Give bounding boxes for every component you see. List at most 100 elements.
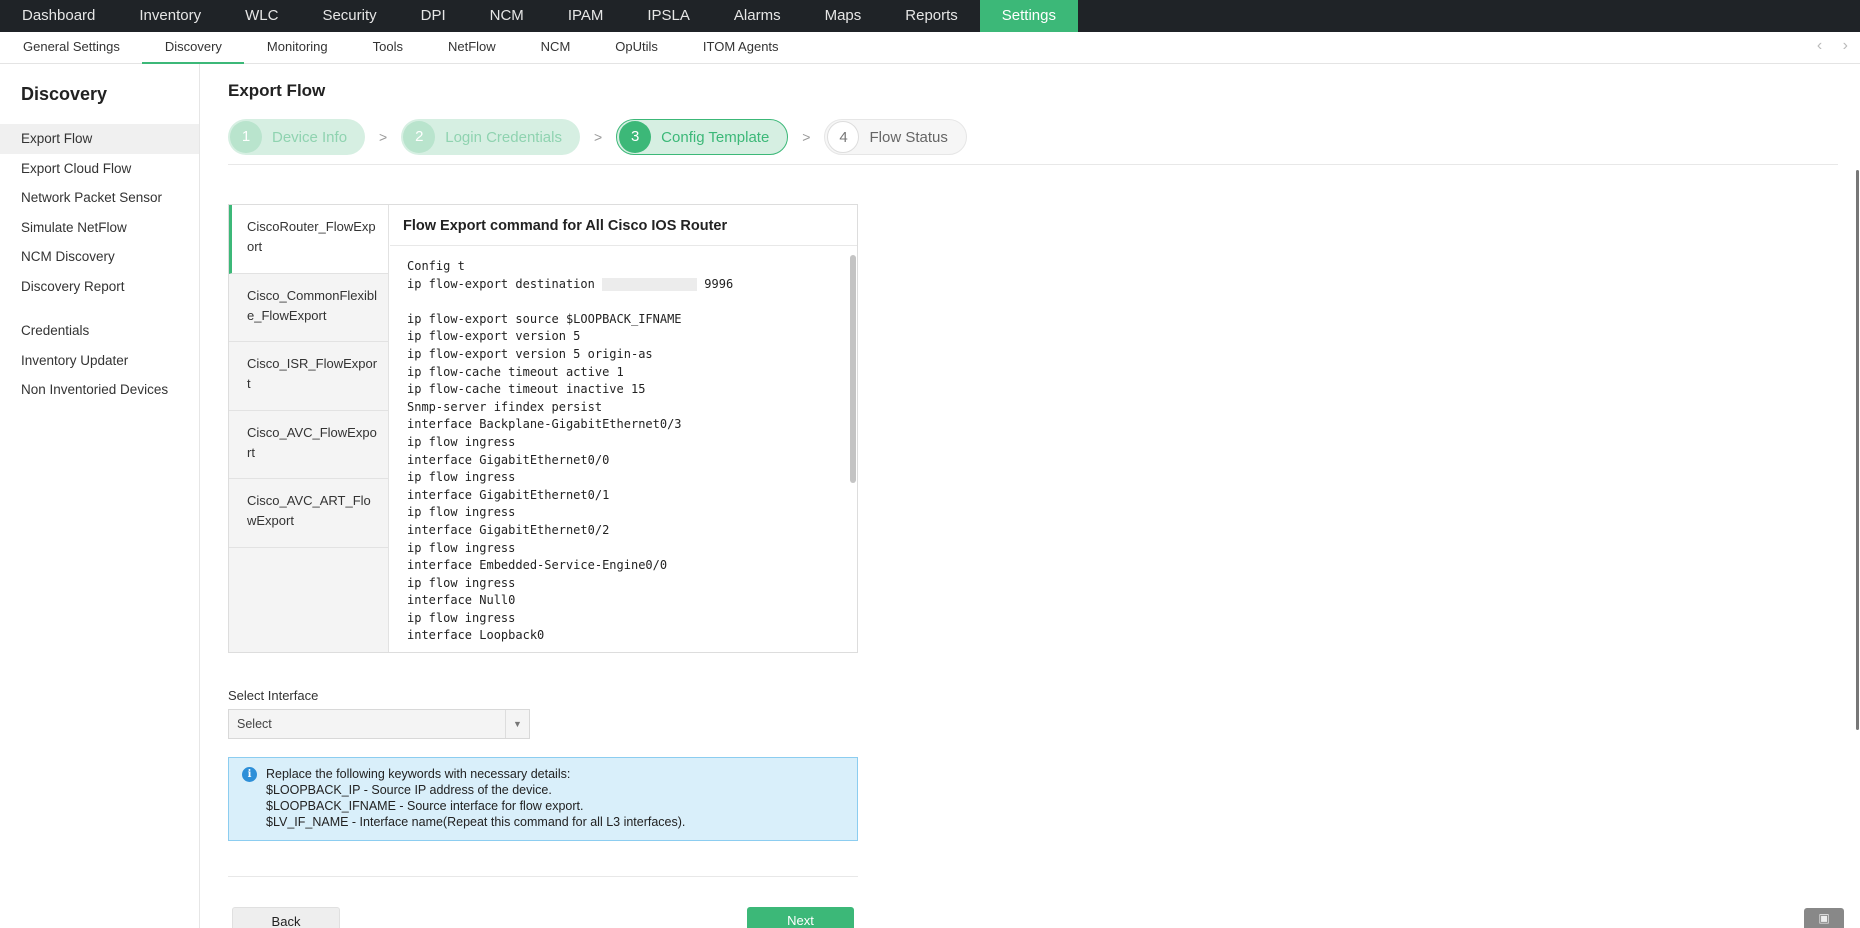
info-line: $LOOPBACK_IFNAME - Source interface for … bbox=[266, 799, 584, 813]
sidebar-item-ncm-discovery[interactable]: NCM Discovery bbox=[0, 242, 199, 272]
topnav-wlc[interactable]: WLC bbox=[223, 0, 300, 32]
top-nav: Dashboard Inventory WLC Security DPI NCM… bbox=[0, 0, 1860, 32]
sidebar-item-non-inventoried-devices[interactable]: Non Inventoried Devices bbox=[0, 375, 199, 405]
code-line: interface GigabitEthernet0/1 bbox=[407, 487, 610, 502]
step-login-credentials[interactable]: 2 Login Credentials bbox=[401, 119, 580, 155]
sidebar-item-credentials[interactable]: Credentials bbox=[0, 316, 199, 346]
template-list: CiscoRouter_FlowExport Cisco_CommonFlexi… bbox=[229, 205, 389, 652]
code-line: interface GigabitEthernet0/0 bbox=[407, 452, 610, 467]
template-content-title: Flow Export command for All Cisco IOS Ro… bbox=[390, 205, 857, 246]
topnav-security[interactable]: Security bbox=[300, 0, 398, 32]
step-number: 3 bbox=[619, 121, 652, 153]
code-line-destination: ip flow-export destination 9996 bbox=[407, 276, 857, 294]
code-line: Snmp-server ifindex persist bbox=[407, 399, 603, 414]
page-scrollbar[interactable] bbox=[1856, 170, 1859, 730]
sidebar-item-network-packet-sensor[interactable]: Network Packet Sensor bbox=[0, 183, 199, 213]
config-code-block[interactable]: Config t ip flow-export destination 9996… bbox=[390, 246, 857, 652]
subnav-monitoring[interactable]: Monitoring bbox=[244, 32, 350, 64]
step-label: Login Credentials bbox=[445, 128, 562, 146]
sub-nav: General Settings Discovery Monitoring To… bbox=[0, 32, 1860, 64]
topnav-reports[interactable]: Reports bbox=[883, 0, 980, 32]
subnav-ncm[interactable]: NCM bbox=[518, 32, 593, 64]
step-label: Device Info bbox=[272, 128, 348, 146]
topnav-maps[interactable]: Maps bbox=[803, 0, 884, 32]
window-toggle-icon[interactable]: ▣ bbox=[1804, 908, 1844, 928]
template-item-cisco-avc-art-flowexport[interactable]: Cisco_AVC_ART_FlowExport bbox=[229, 479, 388, 548]
template-item-cisco-commonflexible-flowexport[interactable]: Cisco_CommonFlexible_FlowExport bbox=[229, 274, 388, 342]
sidebar-item-discovery-report[interactable]: Discovery Report bbox=[0, 272, 199, 302]
divider bbox=[228, 164, 1838, 165]
code-line: ip flow ingress bbox=[407, 505, 516, 520]
subnav-general-settings[interactable]: General Settings bbox=[0, 32, 142, 64]
subnav-discovery[interactable]: Discovery bbox=[141, 32, 244, 64]
code-line: Config t bbox=[407, 259, 465, 273]
main-content: Export Flow 1 Device Info > 2 Login Cred… bbox=[228, 64, 1838, 928]
sidebar-item-simulate-netflow[interactable]: Simulate NetFlow bbox=[0, 213, 199, 243]
code-line: interface GigabitEthernet0/2 bbox=[407, 522, 610, 537]
code-line: ip flow-cache timeout active 1 bbox=[407, 364, 624, 379]
select-interface-label: Select Interface bbox=[228, 688, 319, 703]
sidebar-item-export-flow[interactable]: Export Flow bbox=[0, 124, 199, 154]
code-line: ip flow-export version 5 origin-as bbox=[407, 346, 653, 361]
code-line: ip flow-export destination bbox=[407, 276, 603, 291]
info-line: Replace the following keywords with nece… bbox=[266, 767, 571, 781]
code-line: ip flow-export version 5 bbox=[407, 329, 581, 344]
template-item-cisco-avc-flowexport[interactable]: Cisco_AVC_FlowExport bbox=[229, 411, 388, 479]
step-number: 2 bbox=[403, 121, 436, 153]
info-line: $LOOPBACK_IP - Source IP address of the … bbox=[266, 783, 552, 797]
select-interface-value: Select bbox=[237, 717, 272, 731]
template-item-cisco-isr-flowexport[interactable]: Cisco_ISR_FlowExport bbox=[229, 342, 388, 411]
topnav-ipsla[interactable]: IPSLA bbox=[625, 0, 712, 32]
back-button[interactable]: Back bbox=[232, 907, 340, 928]
subnav-oputils[interactable]: OpUtils bbox=[592, 32, 680, 64]
subnav-netflow[interactable]: NetFlow bbox=[425, 32, 518, 64]
topnav-alarms[interactable]: Alarms bbox=[712, 0, 803, 32]
template-content: Flow Export command for All Cisco IOS Ro… bbox=[390, 205, 857, 652]
sidebar: Discovery Export Flow Export Cloud Flow … bbox=[0, 64, 200, 928]
info-message: i Replace the following keywords with ne… bbox=[228, 757, 858, 841]
info-line: $LV_IF_NAME - Interface name(Repeat this… bbox=[266, 815, 686, 829]
subnav-tools[interactable]: Tools bbox=[350, 32, 425, 64]
code-line: ip flow ingress bbox=[407, 575, 516, 590]
wizard-stepper: 1 Device Info > 2 Login Credentials > 3 … bbox=[228, 119, 967, 155]
sidebar-item-export-cloud-flow[interactable]: Export Cloud Flow bbox=[0, 154, 199, 184]
sidebar-item-inventory-updater[interactable]: Inventory Updater bbox=[0, 346, 199, 376]
code-line: ip flow ingress bbox=[407, 434, 516, 449]
topnav-dashboard[interactable]: Dashboard bbox=[0, 0, 117, 32]
topnav-inventory[interactable]: Inventory bbox=[117, 0, 223, 32]
select-interface-dropdown[interactable]: Select ▼ bbox=[228, 709, 530, 739]
step-label: Config Template bbox=[661, 128, 770, 146]
subnav-scroll-arrows-icon[interactable]: ‹ › bbox=[1817, 37, 1856, 55]
topnav-settings[interactable]: Settings bbox=[979, 0, 1078, 32]
info-icon: i bbox=[242, 767, 257, 782]
subnav-itom-agents[interactable]: ITOM Agents bbox=[680, 32, 801, 64]
chevron-right-icon: > bbox=[802, 129, 811, 145]
chevron-right-icon: > bbox=[379, 129, 388, 145]
divider bbox=[228, 876, 858, 877]
chevron-right-icon: > bbox=[593, 129, 603, 145]
step-config-template[interactable]: 3 Config Template bbox=[616, 119, 789, 155]
step-label: Flow Status bbox=[869, 128, 948, 146]
code-scrollbar[interactable] bbox=[850, 255, 856, 483]
topnav-dpi[interactable]: DPI bbox=[399, 0, 468, 32]
code-line: ip flow-export source $LOOPBACK_IFNAME bbox=[407, 311, 682, 326]
template-item-ciscorouter-flowexport[interactable]: CiscoRouter_FlowExport bbox=[229, 205, 388, 274]
code-line: interface Loopback0 bbox=[407, 628, 545, 643]
step-flow-status[interactable]: 4 Flow Status bbox=[824, 119, 967, 155]
topnav-ipam[interactable]: IPAM bbox=[546, 0, 626, 32]
config-template-panel: CiscoRouter_FlowExport Cisco_CommonFlexi… bbox=[228, 204, 858, 653]
next-button[interactable]: Next bbox=[747, 907, 854, 928]
code-line: ip flow ingress bbox=[407, 610, 516, 625]
code-line: interface Null0 bbox=[407, 593, 516, 608]
code-line: interface Embedded-Service-Engine0/0 bbox=[407, 558, 668, 573]
caret-down-icon[interactable]: ▼ bbox=[505, 710, 529, 738]
code-line: ip flow ingress bbox=[407, 540, 516, 555]
code-line: ip flow ingress bbox=[407, 470, 516, 485]
topnav-ncm[interactable]: NCM bbox=[468, 0, 546, 32]
step-number: 4 bbox=[827, 121, 860, 153]
destination-port: 9996 bbox=[697, 276, 734, 291]
code-line: interface Backplane-GigabitEthernet0/3 bbox=[407, 417, 682, 432]
step-device-info[interactable]: 1 Device Info bbox=[228, 119, 366, 155]
code-line: ip flow-cache timeout inactive 15 bbox=[407, 382, 646, 397]
